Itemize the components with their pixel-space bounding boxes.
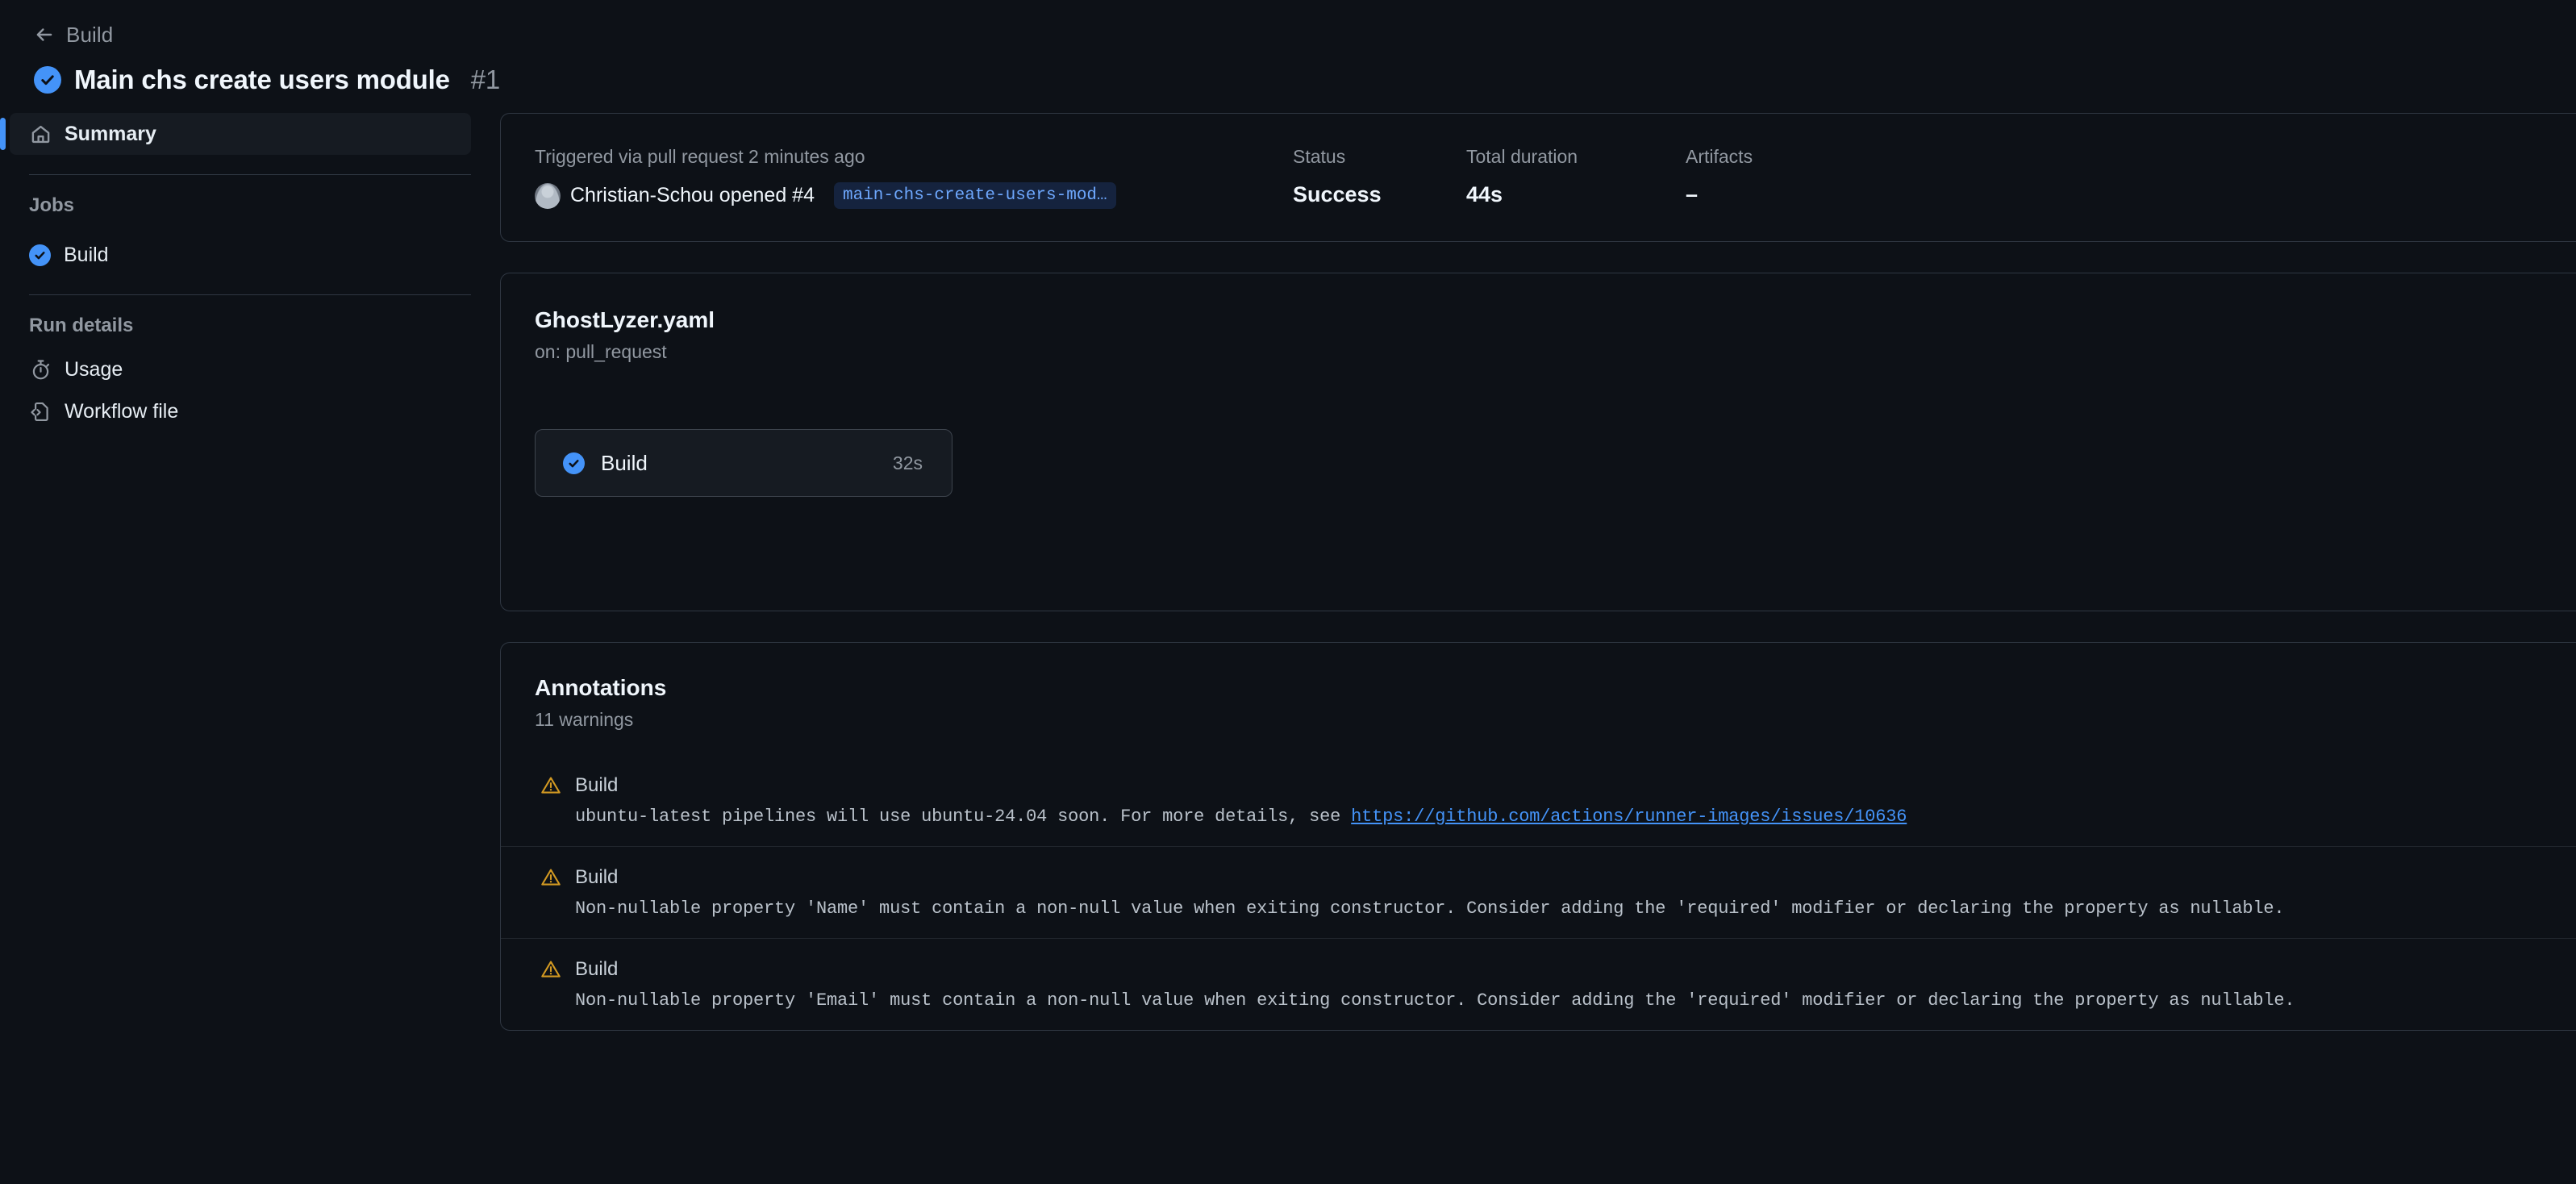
annotation-job-name: Build — [575, 866, 619, 888]
run-summary-card: Triggered via pull request 2 minutes ago… — [500, 113, 2576, 242]
annotation-message: Non-nullable property 'Email' must conta… — [575, 990, 2295, 1011]
check-circle-icon — [29, 244, 51, 266]
trigger-text: Triggered via pull request 2 minutes ago — [535, 146, 865, 167]
warning-triangle-icon — [540, 958, 562, 981]
workflow-graph-card: GhostLyzer.yaml on: pull_request Build 3… — [500, 273, 2576, 611]
annotations-list: Build ubuntu-latest pipelines will use u… — [501, 755, 2576, 1030]
annotations-count: 11 warnings — [535, 709, 634, 730]
check-circle-icon — [563, 452, 585, 474]
warning-triangle-icon — [540, 774, 562, 797]
sidebar-job-label: Build — [64, 243, 109, 266]
sidebar-item-job-build[interactable]: Build — [0, 235, 500, 275]
sidebar-item-label: Summary — [65, 122, 156, 145]
sidebar-item-label: Workflow file — [65, 399, 179, 423]
arrow-left-icon — [34, 24, 55, 45]
actor-text[interactable]: Christian-Schou opened #4 — [570, 184, 815, 207]
run-number: #1 — [470, 65, 501, 94]
breadcrumb-back[interactable]: Build — [34, 21, 2576, 48]
workflow-job-node-build[interactable]: Build 32s — [535, 429, 952, 497]
warning-triangle-icon — [540, 866, 562, 889]
job-node-label: Build — [601, 450, 648, 475]
stat-artifacts: Artifacts – — [1686, 146, 1895, 207]
stat-label: Total duration — [1466, 146, 1578, 167]
branch-chip[interactable]: main-chs-create-users-mod… — [833, 182, 1116, 209]
sidebar-item-workflow-file[interactable]: Workflow file — [10, 390, 471, 432]
home-icon — [29, 123, 52, 145]
page-title: Main chs create users module — [74, 65, 450, 94]
run-title-row: Main chs create users module #1 — [34, 65, 2576, 95]
annotation-link[interactable]: https://github.com/actions/runner-images… — [1351, 807, 1907, 827]
sidebar-item-label: Usage — [65, 357, 123, 381]
stat-status: Status Success — [1293, 146, 1466, 207]
trigger-block: Triggered via pull request 2 minutes ago… — [535, 146, 1293, 209]
avatar — [535, 182, 561, 209]
stat-total-duration: Total duration 44s — [1466, 146, 1686, 207]
annotations-card: Annotations 11 warnings Build ubuntu-lat… — [500, 642, 2576, 1031]
workflow-file-name: GhostLyzer.yaml — [535, 307, 715, 332]
sidebar-section-jobs: Jobs — [29, 194, 75, 216]
annotation-row[interactable]: Build Non-nullable property 'Email' must… — [501, 938, 2576, 1030]
annotation-row[interactable]: Build Non-nullable property 'Name' must … — [501, 846, 2576, 938]
page-header: Build Main chs create users module #1 — [0, 0, 2576, 95]
annotation-job-name: Build — [575, 774, 619, 796]
workflow-trigger-event: on: pull_request — [535, 341, 667, 362]
trigger-actor-row: Christian-Schou opened #4 main-chs-creat… — [535, 182, 1293, 209]
file-code-icon — [29, 400, 52, 423]
annotations-title: Annotations — [535, 675, 667, 700]
stat-label: Status — [1293, 146, 1346, 167]
main-content: Triggered via pull request 2 minutes ago… — [500, 113, 2576, 1061]
annotation-message: ubuntu-latest pipelines will use ubuntu-… — [540, 807, 2576, 827]
status-badge: Success — [1293, 182, 1382, 206]
back-label: Build — [66, 22, 114, 47]
job-node-duration: 32s — [892, 452, 923, 473]
sidebar-divider-1 — [29, 174, 471, 175]
annotation-message-text: ubuntu-latest pipelines will use ubuntu-… — [575, 807, 1352, 827]
sidebar-section-run-details: Run details — [29, 315, 134, 336]
sidebar-item-summary[interactable]: Summary — [0, 113, 471, 155]
stopwatch-icon — [29, 358, 52, 381]
check-circle-icon — [34, 66, 61, 94]
stat-label: Artifacts — [1686, 146, 1753, 167]
sidebar: Summary Jobs Build Run details Usage Wor… — [0, 113, 500, 432]
annotation-job-name: Build — [575, 958, 619, 980]
annotation-message: Non-nullable property 'Name' must contai… — [575, 898, 2285, 919]
sidebar-divider-2 — [29, 294, 471, 295]
annotations-header: Annotations 11 warnings — [501, 675, 2576, 731]
annotation-row[interactable]: Build ubuntu-latest pipelines will use u… — [501, 755, 2576, 846]
body-wrapper: Summary Jobs Build Run details Usage Wor… — [0, 113, 2576, 1061]
sidebar-item-usage[interactable]: Usage — [10, 348, 471, 390]
stat-value: 44s — [1466, 182, 1503, 206]
stat-value: – — [1686, 182, 1699, 206]
